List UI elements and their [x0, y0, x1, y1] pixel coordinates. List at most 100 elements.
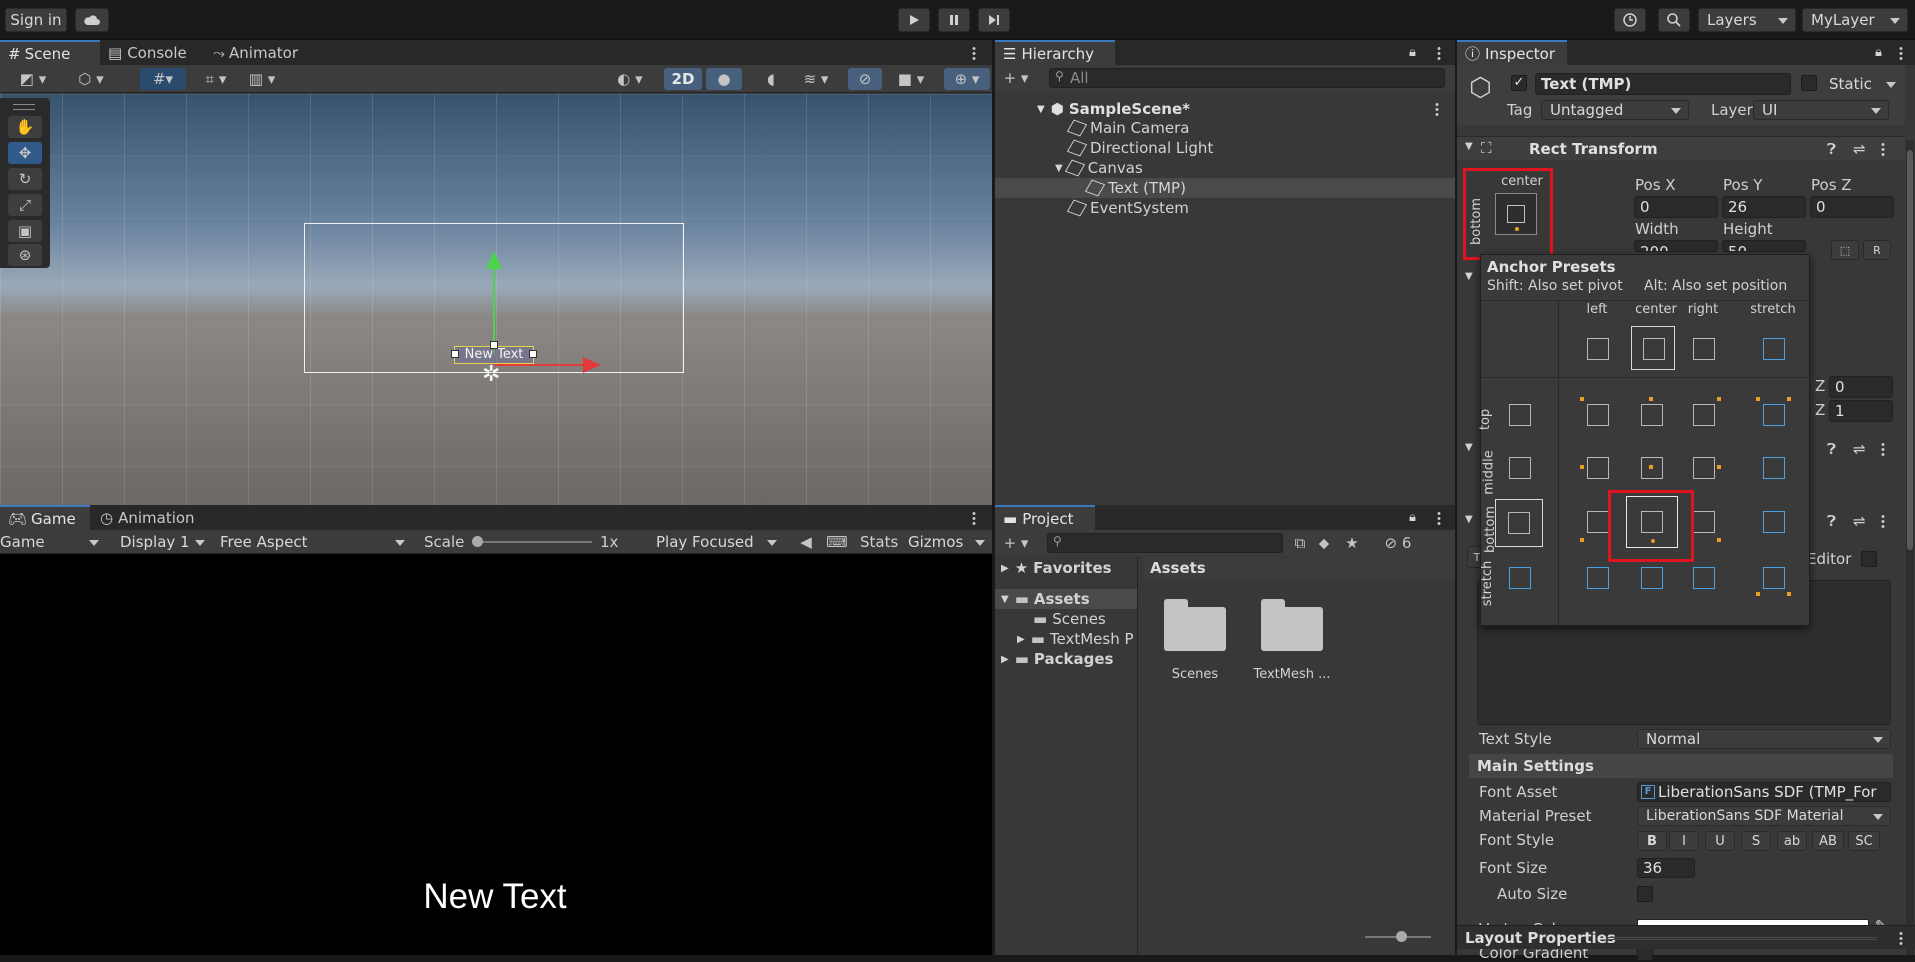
- tree-item-scenes[interactable]: ▬ Scenes: [995, 609, 1137, 629]
- hidden-objects-icon[interactable]: ⊘: [848, 68, 882, 90]
- font-style-bold-button[interactable]: B: [1637, 831, 1667, 851]
- game-mode-dropdown[interactable]: Game: [0, 531, 106, 553]
- font-style-underline-button[interactable]: U: [1705, 831, 1735, 851]
- component-menu-icon[interactable]: [1881, 514, 1885, 528]
- expand-arrow-icon[interactable]: ▶: [1017, 634, 1025, 645]
- auto-size-checkbox[interactable]: [1637, 886, 1653, 902]
- add-icon[interactable]: + ▾: [999, 67, 1033, 89]
- stats-button[interactable]: Stats: [860, 533, 898, 551]
- preset-h-center[interactable]: [1631, 326, 1675, 370]
- text-style-dropdown[interactable]: Normal: [1637, 729, 1891, 749]
- history-button[interactable]: [1614, 8, 1646, 32]
- pos-y-input[interactable]: 26: [1722, 196, 1806, 218]
- hierarchy-search-input[interactable]: All: [1049, 68, 1445, 88]
- increment-snap-icon[interactable]: ⌗ ▾: [196, 68, 236, 90]
- aspect-dropdown[interactable]: Free Aspect: [212, 531, 412, 553]
- preset-h-left[interactable]: [1577, 328, 1617, 368]
- layers-dropdown[interactable]: Layers: [1698, 8, 1796, 32]
- preset-icon[interactable]: ⇌: [1853, 440, 1866, 458]
- tab-hierarchy[interactable]: ☰ Hierarchy: [995, 40, 1115, 65]
- rotation-z-input[interactable]: 0: [1829, 376, 1893, 398]
- step-button[interactable]: [978, 8, 1010, 32]
- render-mode-icon[interactable]: ⬡ ▾: [70, 68, 112, 90]
- move-tool-icon[interactable]: ✥: [8, 142, 42, 164]
- tree-item-packages[interactable]: ▶ ▬ Packages: [995, 649, 1137, 669]
- gameobject-large-icon[interactable]: ⬡: [1469, 73, 1499, 103]
- preset-icon[interactable]: ⇌: [1853, 512, 1866, 530]
- asset-item-scenes[interactable]: Scenes: [1155, 597, 1235, 687]
- component-menu-icon[interactable]: [1881, 442, 1885, 456]
- scale-slider-track[interactable]: [476, 541, 592, 543]
- preset-stretch-left[interactable]: [1577, 557, 1617, 597]
- camera-icon[interactable]: ■ ▾: [890, 68, 932, 90]
- hierarchy-item-samplescene[interactable]: ▼ ⬢ SampleScene*: [995, 99, 1455, 119]
- editor-button[interactable]: Editor: [1807, 550, 1851, 568]
- pos-x-input[interactable]: 0: [1634, 196, 1718, 218]
- inspector-menu-icon[interactable]: [1899, 46, 1903, 60]
- search-by-label-icon[interactable]: ⬥: [1313, 532, 1335, 554]
- play-mode-dropdown[interactable]: Play Focused: [648, 531, 784, 553]
- gizmo-x-axis[interactable]: [494, 364, 584, 366]
- scale-z-input[interactable]: 1: [1829, 400, 1893, 422]
- preset-h-right[interactable]: [1683, 328, 1723, 368]
- rect-tool-icon[interactable]: ▣: [8, 220, 42, 242]
- expand-arrow-icon[interactable]: ▼: [1055, 163, 1063, 174]
- tab-console[interactable]: ▤ Console: [100, 40, 195, 65]
- foldout-arrow-icon[interactable]: ▼: [1465, 514, 1473, 525]
- audio-icon[interactable]: ◖: [756, 68, 786, 90]
- preset-v-bottom[interactable]: [1495, 499, 1543, 547]
- toggle-2d-button[interactable]: 2D: [664, 68, 702, 90]
- lock-icon[interactable]: 🔒︎: [1409, 510, 1416, 525]
- hand-tool-icon[interactable]: ✋: [8, 116, 42, 138]
- font-style-italic-button[interactable]: I: [1669, 831, 1699, 851]
- static-checkbox[interactable]: [1801, 75, 1817, 91]
- display-dropdown[interactable]: Display 1: [112, 531, 212, 553]
- material-preset-dropdown[interactable]: LiberationSans SDF Material: [1637, 806, 1891, 826]
- preset-icon[interactable]: ⇌: [1853, 140, 1866, 158]
- layout-dropdown[interactable]: MyLayer: [1802, 8, 1908, 32]
- gizmos-icon[interactable]: ⊕ ▾: [944, 68, 990, 90]
- transform-tool-icon[interactable]: ⊛: [8, 244, 42, 266]
- anchor-icon[interactable]: ✲: [482, 364, 500, 386]
- tree-item-textmesh[interactable]: ▶ ▬ TextMesh P: [995, 629, 1137, 649]
- gizmos-dropdown[interactable]: Gizmos: [900, 531, 992, 553]
- add-icon[interactable]: + ▾: [999, 532, 1033, 554]
- pos-z-input[interactable]: 0: [1810, 196, 1894, 218]
- search-by-type-icon[interactable]: ⧉: [1289, 532, 1311, 554]
- hidden-packages-icon[interactable]: ⊘ 6: [1373, 532, 1423, 554]
- preset-stretch-center[interactable]: [1631, 557, 1671, 597]
- help-icon[interactable]: ❓︎: [1827, 512, 1836, 530]
- resize-handle-top[interactable]: [490, 341, 498, 349]
- expand-arrow-icon[interactable]: ▼: [1001, 594, 1009, 605]
- main-settings-header[interactable]: Main Settings: [1469, 754, 1893, 778]
- static-dropdown[interactable]: Static: [1821, 73, 1903, 95]
- lock-icon[interactable]: 🔒︎: [1409, 45, 1416, 60]
- draw-mode-icon[interactable]: ◩ ▾: [12, 68, 54, 90]
- foldout-arrow-icon[interactable]: ▼: [1465, 442, 1473, 453]
- lock-icon[interactable]: 🔒︎: [1875, 45, 1882, 60]
- tab-project[interactable]: ▬ Project: [995, 505, 1095, 530]
- font-style-uppercase-button[interactable]: AB: [1812, 831, 1844, 851]
- resize-handle-left[interactable]: [451, 350, 459, 358]
- lighting-icon[interactable]: ●: [706, 68, 742, 90]
- asset-item-textmesh[interactable]: TextMesh ...: [1247, 597, 1337, 687]
- tab-animator[interactable]: ⤳ Animator: [205, 40, 315, 65]
- font-style-strikethrough-button[interactable]: S: [1741, 831, 1771, 851]
- scene-menu-icon[interactable]: [972, 46, 976, 60]
- hierarchy-item-directional-light[interactable]: Directional Light: [995, 138, 1455, 158]
- sign-in-button[interactable]: Sign in: [5, 8, 67, 32]
- expand-arrow-icon[interactable]: ▶: [1001, 654, 1009, 665]
- foldout-arrow-icon[interactable]: ▼: [1465, 141, 1473, 152]
- hierarchy-item-main-camera[interactable]: Main Camera: [995, 118, 1455, 138]
- expand-arrow-icon[interactable]: ▶: [1001, 563, 1009, 574]
- grid-snap-icon[interactable]: #▾: [140, 68, 186, 90]
- game-menu-icon[interactable]: [972, 511, 976, 525]
- tab-animation[interactable]: ◷ Animation: [92, 505, 212, 530]
- width-input[interactable]: 200: [1634, 240, 1718, 252]
- object-name-input[interactable]: Text (TMP): [1535, 73, 1791, 95]
- layout-properties-bar[interactable]: Layout Properties: [1457, 925, 1915, 949]
- layout-properties-menu-icon[interactable]: [1899, 931, 1903, 945]
- font-style-smallcaps-button[interactable]: SC: [1848, 831, 1880, 851]
- tree-item-favorites[interactable]: ▶ ★ Favorites: [995, 558, 1137, 578]
- shortcuts-icon[interactable]: ⌨: [824, 531, 850, 553]
